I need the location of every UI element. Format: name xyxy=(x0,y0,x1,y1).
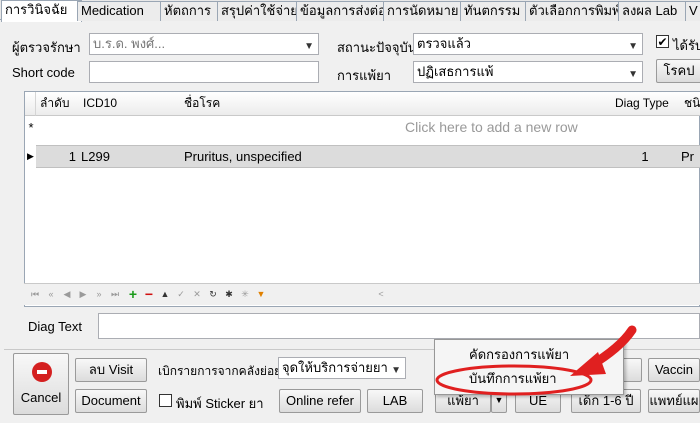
chevron-down-icon: ▼ xyxy=(628,69,638,80)
disease-button[interactable]: โรคป xyxy=(656,59,700,83)
refresh-icon[interactable]: ↻ xyxy=(206,287,220,301)
add-icon[interactable]: + xyxy=(126,287,140,301)
row-current-icon: ▶ xyxy=(27,151,34,161)
last-record-icon[interactable]: ⏭ xyxy=(108,287,122,301)
next-record-icon[interactable]: ▶ xyxy=(76,287,90,301)
delete-visit-button[interactable]: ลบ Visit xyxy=(75,358,147,382)
scroll-left-icon[interactable]: < xyxy=(374,287,388,301)
open-list-label: เบิกรายการจากคลังย่อย xyxy=(158,364,282,378)
col-header-icd10[interactable]: ICD10 xyxy=(79,92,184,116)
print-sticker-label: พิมพ์ Sticker ยา xyxy=(176,396,264,411)
tab-lab-result[interactable]: ลงผล Lab xyxy=(618,1,692,21)
status-value: ตรวจแล้ว xyxy=(417,36,471,51)
lab-button[interactable]: LAB xyxy=(367,389,423,413)
row-icd10: L299 xyxy=(81,149,110,164)
col-header-name[interactable]: ชื่อโรค xyxy=(180,92,615,116)
tab-more[interactable]: V xyxy=(685,1,700,21)
next-page-icon[interactable]: » xyxy=(92,287,106,301)
tab-referral[interactable]: ข้อมูลการส่งต่อ xyxy=(296,1,390,21)
table-row[interactable]: 1 L299 Pruritus, unspecified 1 Pr xyxy=(36,145,700,168)
chevron-down-icon: ▼ xyxy=(628,41,638,52)
new-row-marker: * xyxy=(28,120,34,135)
cancel-button[interactable]: Cancel xyxy=(13,353,69,415)
move-up-icon[interactable]: ▲ xyxy=(158,287,172,301)
shortcode-input[interactable] xyxy=(89,61,319,83)
tab-medication[interactable]: Medication xyxy=(77,1,167,21)
document-button[interactable]: Document xyxy=(75,389,147,413)
col-header-kind[interactable]: ชนิ xyxy=(680,92,700,116)
row-no: 1 xyxy=(68,149,76,164)
allergy-label: การแพ้ยา xyxy=(337,68,392,83)
tab-procedure[interactable]: หัตถการ xyxy=(160,1,224,21)
grid-corner xyxy=(25,92,36,116)
row-kind: Pr xyxy=(681,149,694,164)
chevron-down-icon: ▼ xyxy=(391,365,401,376)
allergy-value: ปฏิเสธการแพ้ xyxy=(417,64,494,79)
allergy-combo[interactable]: ปฏิเสธการแพ้ ▼ xyxy=(413,61,643,83)
tab-diagnosis[interactable]: การวินิจฉัย xyxy=(1,0,82,22)
examiner-value: บ.ร.ด. พงศ์... xyxy=(93,36,166,51)
dispense-point-value: จุดให้บริการจ่ายยา xyxy=(282,360,388,375)
prev-page-icon[interactable]: « xyxy=(44,287,58,301)
annotation-overlay xyxy=(435,325,637,396)
shortcode-label: Short code xyxy=(12,65,75,80)
diag-text-label: Diag Text xyxy=(28,319,82,334)
cancel-edit-icon[interactable]: ✕ xyxy=(190,287,204,301)
star-new-icon[interactable]: ✳ xyxy=(238,287,252,301)
row-diag-type: 1 xyxy=(641,149,649,164)
diagnosis-grid: ลำดับ ICD10 ชื่อโรค Diag Type ชนิ * Clic… xyxy=(24,91,700,307)
highlight-ellipse-icon xyxy=(435,364,593,396)
tab-appointment[interactable]: การนัดหมาย xyxy=(383,1,467,21)
grid-navigator: ⏮ « ◀ ▶ » ⏭ + − ▲ ✓ ✕ ↻ ✱ ✳ ▼ < xyxy=(24,283,700,305)
col-header-diag-type[interactable]: Diag Type xyxy=(611,92,684,116)
check-icon[interactable]: ✓ xyxy=(174,287,188,301)
received-label: ได้รับ xyxy=(673,38,700,53)
print-sticker-checkbox[interactable] xyxy=(159,394,172,407)
star-icon[interactable]: ✱ xyxy=(222,287,236,301)
cancel-icon xyxy=(32,362,52,382)
row-disease-name: Pruritus, unspecified xyxy=(184,149,302,164)
prev-record-icon[interactable]: ◀ xyxy=(60,287,74,301)
tab-dental[interactable]: ทันตกรรม xyxy=(460,1,532,21)
tab-expense-summary[interactable]: สรุปค่าใช้จ่าย xyxy=(217,1,303,21)
filter-icon[interactable]: ▼ xyxy=(254,287,268,301)
examiner-combo[interactable]: บ.ร.ด. พงศ์... ▼ xyxy=(89,33,319,55)
tab-strip: การวินิจฉัย Medication หัตถการ สรุปค่าใช… xyxy=(0,0,700,22)
online-refer-button[interactable]: Online refer xyxy=(279,389,361,413)
examiner-label: ผู้ตรวจรักษา xyxy=(12,40,81,55)
add-new-row-hint[interactable]: Click here to add a new row xyxy=(405,116,605,138)
remove-icon[interactable]: − xyxy=(142,287,156,301)
cancel-button-label: Cancel xyxy=(20,390,62,405)
received-checkbox[interactable]: ✔ xyxy=(656,35,669,48)
status-combo[interactable]: ตรวจแล้ว ▼ xyxy=(413,33,643,55)
first-record-icon[interactable]: ⏮ xyxy=(28,287,42,301)
col-header-no[interactable]: ลำดับ xyxy=(36,92,83,116)
tab-print-options[interactable]: ตัวเลือกการพิมพ์ xyxy=(525,1,625,21)
chevron-down-icon: ▼ xyxy=(304,41,314,52)
status-label: สถานะปัจจุบัน xyxy=(337,40,417,55)
dispense-point-combo[interactable]: จุดให้บริการจ่ายยา ▼ xyxy=(278,357,406,379)
